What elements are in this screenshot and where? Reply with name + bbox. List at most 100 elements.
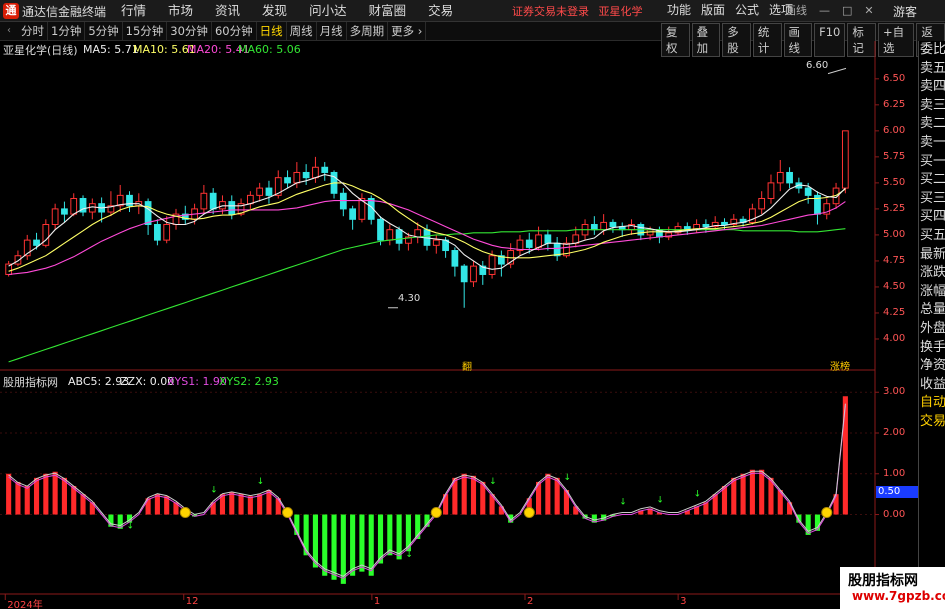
candle-body [209, 192, 217, 210]
period-tab[interactable]: 1分钟 [48, 22, 86, 40]
app-title: 通达信金融终端 [22, 5, 107, 19]
down-arrow-icon: ↓ [563, 473, 571, 483]
y-axis-label: 6.25 [883, 98, 906, 110]
period-tab[interactable]: 日线 [257, 22, 287, 40]
period-tab[interactable]: 更多 › [388, 22, 427, 40]
period-tab[interactable]: 30分钟 [167, 22, 212, 40]
smiley-icon [430, 507, 442, 519]
side-panel-item[interactable]: 卖四 [919, 78, 945, 97]
side-panel-item[interactable]: 卖三 [919, 97, 945, 116]
back-arrow-icon[interactable]: ‹ [2, 22, 16, 40]
period-tab[interactable]: 60分钟 [212, 22, 257, 40]
y-axis-label: 6.50 [883, 72, 906, 84]
ind-y-axis-label: 0.00 [883, 508, 906, 520]
side-panel-item[interactable]: 自动 [919, 394, 945, 413]
high-price-label: 6.60 [806, 60, 829, 71]
indicator-cursor-value: 0.50 [876, 486, 918, 498]
candle-body [321, 166, 329, 173]
date-label: 12 [185, 596, 199, 607]
down-arrow-icon: ↓ [127, 522, 135, 532]
period-tab[interactable]: 分时 [18, 22, 48, 40]
side-panel-item[interactable]: 涨跌 [919, 264, 945, 283]
period-tab[interactable]: 周线 [287, 22, 317, 40]
quote-side-panel: 委比 卖五 卖四 卖三 卖二 卖一 买一 买二 买三 买四 买五 最新 涨跌 涨幅 总量 外盘 换手 净资 收益 自动… [918, 41, 945, 609]
candle-body [154, 224, 161, 241]
guest-user[interactable]: 游客 [893, 3, 917, 20]
period-tab[interactable]: 多周期 [347, 22, 389, 40]
candle-body [33, 239, 40, 246]
candle-body [61, 208, 68, 215]
date-label: 1 [373, 596, 381, 607]
side-panel-item[interactable]: 卖二 [919, 115, 945, 134]
indicator-title[interactable]: 股朋指标网 [3, 374, 58, 390]
app-logo-icon: 通 [3, 3, 19, 19]
draw-line-button[interactable]: 画线 [785, 0, 807, 22]
stock-title[interactable]: 亚星化学(日线) [3, 42, 78, 58]
maximize-icon[interactable]: □ [842, 0, 852, 22]
menu-quotes[interactable]: 行情 [110, 0, 157, 22]
menu-wealth[interactable]: 财富圈 [358, 0, 418, 22]
ind-y-axis-label: 1.00 [883, 467, 906, 479]
side-panel-item[interactable]: 买五 [919, 227, 945, 246]
side-panel-item[interactable]: 委比 [919, 41, 945, 60]
kline-chart[interactable]: ↓ ↓ ↓ ↓ ↓ ↓ ↓ ↓ ↓ [0, 41, 918, 609]
minimize-icon[interactable]: — [819, 0, 830, 22]
period-tab[interactable]: 5分钟 [85, 22, 123, 40]
menu-function[interactable]: 功能 [662, 0, 696, 22]
side-panel-item[interactable]: 买四 [919, 208, 945, 227]
y-axis-label: 5.75 [883, 150, 906, 162]
side-panel-item[interactable]: 买二 [919, 171, 945, 190]
candle-body [767, 182, 775, 199]
side-panel-item[interactable]: 净资 [919, 357, 945, 376]
down-arrow-icon: ↓ [210, 485, 218, 495]
y-axis-label: 5.25 [883, 202, 906, 214]
side-panel-item[interactable]: 涨幅 [919, 283, 945, 302]
high-marker [827, 67, 847, 75]
side-panel-item[interactable]: 买一 [919, 153, 945, 172]
down-arrow-icon: ↓ [405, 550, 413, 560]
title-bar: 通 通达信金融终端 行情 市场 资讯 发现 问小达 财富圈 交易 证券交易未登录… [0, 0, 945, 22]
menu-trade[interactable]: 交易 [417, 0, 464, 22]
period-toolbar: ‹ 分时 1分钟 5分钟 15分钟 30分钟 60分钟 日线 周线 月线 多周期 更多 › 复权 叠加… [0, 22, 945, 57]
menu-news[interactable]: 资讯 [204, 0, 251, 22]
down-arrow-icon: ↓ [489, 477, 497, 487]
menu-discover[interactable]: 发现 [251, 0, 298, 22]
side-panel-item[interactable]: 总量 [919, 301, 945, 320]
side-panel-item[interactable]: 买三 [919, 190, 945, 209]
candle-body [721, 221, 728, 226]
ind-y-axis-label: 2.00 [883, 427, 906, 438]
side-panel-item[interactable]: 换手 [919, 339, 945, 358]
event-tag[interactable]: 翻 [462, 358, 472, 373]
period-tab[interactable]: 月线 [317, 22, 347, 40]
y-axis-label: 4.50 [883, 280, 906, 292]
y-axis-label: 5.50 [883, 176, 906, 188]
smiley-icon [821, 507, 833, 519]
close-icon[interactable]: ✕ [864, 0, 873, 22]
side-panel-item[interactable]: 收益 [919, 376, 945, 395]
limit-up-tag[interactable]: 涨榜 [830, 358, 850, 373]
candle-body [470, 265, 477, 283]
down-arrow-icon: ↓ [694, 489, 702, 499]
y-axis-label: 4.00 [883, 332, 906, 344]
side-panel-item[interactable]: 卖五 [919, 60, 945, 79]
login-status[interactable]: 证券交易未登录 [512, 5, 589, 18]
menu-market[interactable]: 市场 [157, 0, 204, 22]
period-tabs: 分时 1分钟 5分钟 15分钟 30分钟 60分钟 日线 周线 月线 多周期 更多 › [18, 22, 427, 40]
y-axis-label: 4.75 [883, 254, 906, 266]
side-panel-item[interactable]: 卖一 [919, 134, 945, 153]
candle-body [200, 192, 208, 210]
menu-ask[interactable]: 问小达 [298, 0, 358, 22]
period-tab[interactable]: 15分钟 [123, 22, 168, 40]
xys1-line [8, 405, 846, 579]
side-panel-item[interactable]: 最新 [919, 246, 945, 265]
candle-body [786, 171, 793, 184]
y-axis-label: 5.00 [883, 228, 906, 240]
candle-body [144, 201, 152, 226]
side-panel-item[interactable]: 交易 [919, 413, 945, 432]
candle-body [302, 171, 310, 179]
candle-body [758, 197, 766, 210]
side-panel-item[interactable]: 外盘 [919, 320, 945, 339]
menu-layout[interactable]: 版面 [696, 0, 730, 22]
menu-formula[interactable]: 公式 [730, 0, 764, 22]
candle-body [451, 250, 459, 267]
